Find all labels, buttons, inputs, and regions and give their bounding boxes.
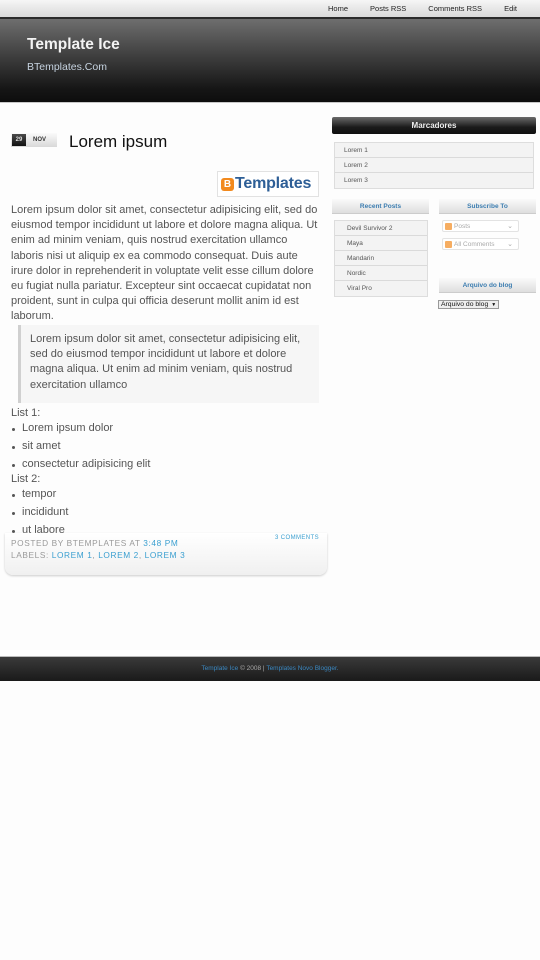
subscribe-posts-dropdown[interactable]: Posts ⌄: [442, 220, 519, 232]
post-date: 29 NOV: [11, 133, 57, 147]
recent-posts-title: Recent Posts: [332, 199, 429, 214]
post-blockquote: Lorem ipsum dolor sit amet, consectetur …: [18, 325, 319, 403]
recent-posts-widget: Recent Posts Devil Survivor 2 Maya Manda…: [332, 199, 429, 311]
label-link-lorem-2[interactable]: LOREM 2: [98, 550, 139, 560]
subscribe-title: Subscribe To: [439, 199, 536, 214]
recent-post-item[interactable]: Maya: [335, 236, 427, 251]
label-item[interactable]: Lorem 2: [335, 158, 533, 173]
post-body: Lorem ipsum dolor sit amet, consectetur …: [11, 204, 318, 323]
post-time-link[interactable]: 3:48 PM: [143, 538, 178, 548]
post-date-month: NOV: [33, 137, 47, 143]
labels-widget-title: Marcadores: [332, 117, 536, 134]
recent-post-item[interactable]: Viral Pro: [335, 281, 427, 296]
list1: Lorem ipsum dolor sit amet consectetur a…: [11, 420, 150, 473]
blogger-icon: B: [221, 177, 234, 191]
sidebar: Marcadores Lorem 1 Lorem 2 Lorem 3 Recen…: [332, 117, 536, 311]
labels-prefix: LABELS:: [11, 550, 52, 560]
nav-home[interactable]: Home: [328, 4, 348, 13]
list-item: consectetur adipisicing elit: [11, 456, 150, 474]
comments-link[interactable]: 3 COMMENTS: [275, 535, 319, 541]
post-lists: List 1: Lorem ipsum dolor sit amet conse…: [11, 407, 150, 540]
blog-title[interactable]: Template Ice: [27, 36, 540, 54]
archive-select[interactable]: Arquivo do blog ▼: [438, 300, 500, 309]
labels-list: Lorem 1 Lorem 2 Lorem 3: [334, 142, 534, 189]
nav-edit[interactable]: Edit: [504, 4, 517, 13]
list2-label: List 2:: [11, 473, 41, 486]
post-date-day: 29: [12, 134, 26, 146]
subscribe-widget: Subscribe To Posts ⌄ All Comments ⌄ Arqu…: [438, 199, 536, 311]
list-item: tempor: [11, 486, 150, 504]
footer-templates-link[interactable]: Templates Novo Blogger.: [266, 665, 338, 672]
subscribe-posts-label: Posts: [454, 222, 471, 230]
main-content: 29 NOV Lorem ipsum B Templates Lorem ips…: [0, 103, 540, 653]
post-footer: POSTED BY BTEMPLATES AT 3:48 PM LABELS: …: [5, 533, 327, 575]
posted-by-text: POSTED BY BTEMPLATES AT: [11, 538, 144, 548]
chevron-down-icon: ⌄: [507, 241, 513, 248]
subscribe-comments-dropdown[interactable]: All Comments ⌄: [442, 238, 519, 250]
rss-icon: [445, 240, 452, 248]
logo-text: Templates: [235, 175, 312, 192]
nav-posts-rss[interactable]: Posts RSS: [370, 4, 406, 13]
label-link-lorem-1[interactable]: LOREM 1: [52, 550, 93, 560]
footer-template-link[interactable]: Template Ice: [201, 665, 238, 672]
page-footer: Template Ice © 2008 | Templates Novo Blo…: [0, 656, 540, 681]
label-item[interactable]: Lorem 1: [335, 143, 533, 158]
footer-copyright: © 2008 |: [238, 665, 267, 672]
dropdown-arrow-icon: ▼: [491, 301, 497, 308]
blog-description: BTemplates.Com: [27, 61, 107, 73]
list-item: Lorem ipsum dolor: [11, 420, 150, 438]
archive-title: Arquivo do blog: [439, 278, 536, 293]
recent-post-item[interactable]: Devil Survivor 2: [335, 221, 427, 236]
blog-header: Template Ice BTemplates.Com: [0, 19, 540, 103]
btemplates-logo[interactable]: B Templates: [217, 171, 319, 197]
top-navigation: Home Posts RSS Comments RSS Edit: [0, 0, 540, 19]
rss-icon: [445, 222, 452, 230]
list-item: incididunt: [11, 504, 150, 522]
recent-post-item[interactable]: Mandarin: [335, 251, 427, 266]
post-title[interactable]: Lorem ipsum: [69, 132, 167, 152]
list1-label: List 1:: [11, 407, 41, 419]
list-item: sit amet: [11, 438, 150, 456]
label-item[interactable]: Lorem 3: [335, 173, 533, 188]
archive-select-value: Arquivo do blog: [441, 301, 489, 308]
list2: tempor incididunt ut labore: [11, 486, 150, 539]
recent-posts-list: Devil Survivor 2 Maya Mandarin Nordic Vi…: [334, 220, 428, 297]
nav-comments-rss[interactable]: Comments RSS: [428, 4, 482, 13]
recent-post-item[interactable]: Nordic: [335, 266, 427, 281]
label-link-lorem-3[interactable]: LOREM 3: [145, 550, 186, 560]
chevron-down-icon: ⌄: [507, 223, 513, 230]
subscribe-comments-label: All Comments: [454, 240, 495, 248]
